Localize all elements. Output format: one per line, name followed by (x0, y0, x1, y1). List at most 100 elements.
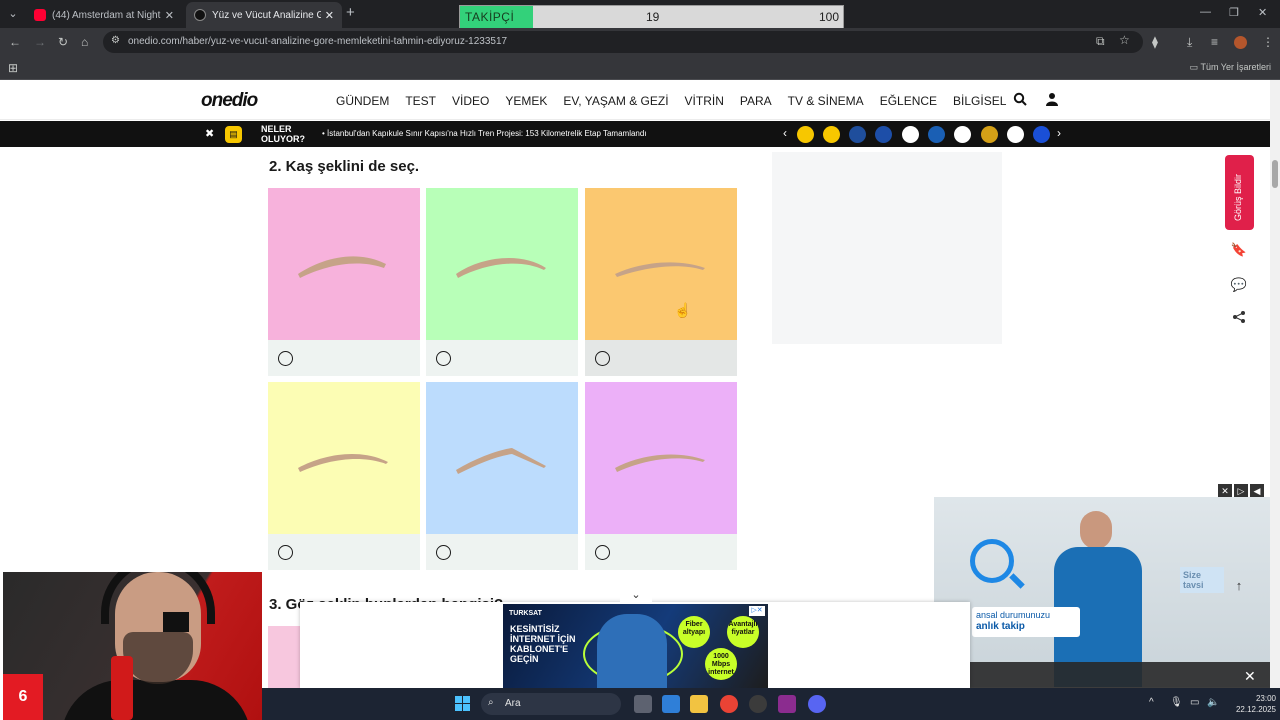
ticker-next-icon[interactable]: › (1057, 126, 1061, 140)
brow-option-1[interactable] (268, 188, 420, 376)
feedback-label: Görüş Bildir (1233, 173, 1243, 221)
collapse-ad-icon[interactable]: ⌄ (620, 586, 652, 604)
brow-option-6[interactable] (585, 382, 737, 570)
nivea-logo-icon[interactable] (875, 126, 892, 143)
brand-logo-4-icon[interactable] (981, 126, 998, 143)
radio-button[interactable] (436, 545, 451, 560)
site-info-icon[interactable]: ⚙ (111, 35, 120, 46)
close-tab-icon[interactable]: ✕ (165, 9, 174, 22)
address-bar[interactable]: ⚙ onedio.com/haber/yuz-ve-vucut-analizin… (103, 31, 1143, 53)
tab-search-icon[interactable]: ⌄ (4, 5, 22, 23)
bookmark-star-icon[interactable]: ☆ (1119, 33, 1130, 47)
nav-item-yemek[interactable]: YEMEK (505, 94, 547, 108)
radio-button[interactable] (278, 351, 293, 366)
nav-item-vitrin[interactable]: VİTRİN (685, 94, 724, 108)
brand-logo-3-icon[interactable] (928, 126, 945, 143)
bookmark-icon[interactable]: 🔖 (1230, 241, 1248, 259)
ticker-prev-icon[interactable]: ‹ (783, 126, 787, 140)
close-ad-icon[interactable]: ✕ (1244, 668, 1256, 685)
video-ad[interactable]: ansal durumunuzu anlık takip Size tavsi (934, 497, 1270, 687)
profile-icon[interactable] (1234, 36, 1247, 49)
browser-tab-onedio[interactable]: Yüz ve Vücut Analizine Göre Me ✕ (186, 2, 342, 28)
radio-button[interactable] (595, 545, 610, 560)
video-play-icon[interactable]: ▷ (1234, 484, 1248, 498)
close-tab-icon[interactable]: ✕ (325, 9, 334, 22)
back-icon[interactable]: ← (9, 35, 21, 49)
philips-logo-icon[interactable] (1033, 126, 1050, 143)
taskbar-clock[interactable]: 23:00 22.12.2025 (1228, 693, 1276, 715)
store-icon[interactable] (662, 695, 680, 713)
nav-item-ev-yasam-gezi[interactable]: EV, YAŞAM & GEZİ (563, 94, 668, 108)
video-mute-icon[interactable]: ◀ (1250, 484, 1264, 498)
extensions-icon[interactable]: ⧫ (1152, 35, 1158, 49)
nav-item-test[interactable]: TEST (405, 94, 436, 108)
network-icon[interactable]: ▭ (1190, 697, 1199, 708)
scroll-to-top-icon[interactable]: ↑ (1230, 578, 1248, 596)
brand-logo-1-icon[interactable] (849, 126, 866, 143)
new-tab-button[interactable]: + (346, 5, 355, 21)
home-icon[interactable]: ⌂ (81, 35, 88, 49)
brand-logo-5-icon[interactable] (1007, 126, 1024, 143)
discord-icon[interactable] (808, 695, 826, 713)
windows-start-icon[interactable] (455, 696, 471, 712)
show-hidden-icons[interactable]: ^ (1149, 697, 1154, 708)
scrollbar-thumb[interactable] (1272, 160, 1278, 188)
question-3-option-preview (268, 626, 300, 690)
brow-option-5[interactable] (426, 382, 578, 570)
streamer-logo: 6 (3, 674, 43, 720)
nav-item-eglence[interactable]: EĞLENCE (880, 94, 937, 108)
microphone-tray-icon[interactable]: 🎙 (1170, 697, 1183, 708)
minimize-icon[interactable]: — (1200, 6, 1211, 18)
radio-button[interactable] (436, 351, 451, 366)
ad-choices-icon[interactable]: ▷✕ (749, 606, 765, 616)
nav-item-para[interactable]: PARA (740, 94, 772, 108)
ticker-headline-text: İstanbul'dan Kapıkule Sınır Kapısı'na Hı… (327, 129, 647, 138)
emoji-happy-icon[interactable] (823, 126, 840, 143)
volume-icon[interactable]: 🔈 (1207, 697, 1219, 708)
feedback-button[interactable]: Görüş Bildir (1225, 155, 1254, 230)
install-app-icon[interactable]: ⧉ (1096, 34, 1105, 49)
taskbar-search[interactable]: ⌕ Ara (481, 693, 621, 715)
emoji-sad-icon[interactable] (797, 126, 814, 143)
download-icon[interactable]: ⤓ (1187, 35, 1192, 50)
winrar-icon[interactable] (778, 695, 796, 713)
user-icon[interactable] (1044, 92, 1060, 108)
reload-icon[interactable]: ↻ (58, 35, 68, 49)
search-icon: ⌕ (488, 697, 494, 708)
youtube-favicon-icon (34, 9, 46, 21)
nav-item-bilgisel[interactable]: BİLGİSEL (953, 94, 1006, 108)
onedio-favicon-icon (194, 9, 206, 21)
browser-tab-youtube[interactable]: (44) Amsterdam at Night - 4K W ✕ (26, 2, 182, 28)
restore-icon[interactable]: ❐ (1229, 6, 1239, 19)
all-bookmarks-link[interactable]: ▭ Tüm Yer İşaretleri (1190, 62, 1271, 73)
ticker-headline[interactable]: • İstanbul'dan Kapıkule Sınır Kapısı'na … (322, 129, 647, 138)
nav-item-video[interactable]: VİDEO (452, 94, 489, 108)
radio-button[interactable] (595, 351, 610, 366)
task-view-icon[interactable] (634, 695, 652, 713)
nav-item-gundem[interactable]: GÜNDEM (336, 94, 389, 108)
apps-grid-icon[interactable]: ⊞ (8, 61, 18, 75)
site-logo[interactable]: onedio (201, 90, 258, 112)
menu-icon[interactable]: ⋮ (1262, 35, 1274, 49)
brow-option-4[interactable] (268, 382, 420, 570)
file-explorer-icon[interactable] (690, 695, 708, 713)
forward-icon[interactable]: → (34, 35, 46, 49)
kablonet-banner-ad[interactable]: TURKSAT KESİNTİSİZ İNTERNET İÇİN KABLONE… (503, 604, 768, 688)
ad-badge-fiber: Fiber altyapı (678, 616, 710, 648)
radio-button[interactable] (278, 545, 293, 560)
page-scrollbar[interactable] (1270, 80, 1280, 690)
window-close-icon[interactable]: ✕ (1258, 6, 1267, 19)
obs-icon[interactable] (749, 695, 767, 713)
video-close-icon[interactable]: ✕ (1218, 484, 1232, 498)
chrome-icon[interactable] (720, 695, 738, 713)
media-icon[interactable]: ≡ (1211, 35, 1218, 49)
dk-logo-icon[interactable] (954, 126, 971, 143)
menu-grid-icon[interactable]: ✖ (205, 127, 214, 140)
brand-logo-2-icon[interactable] (902, 126, 919, 143)
nav-item-tv-sinema[interactable]: TV & SİNEMA (788, 94, 864, 108)
comment-icon[interactable]: 💬 (1230, 276, 1248, 294)
share-icon[interactable] (1230, 310, 1248, 328)
brow-option-2[interactable] (426, 188, 578, 376)
brow-option-3[interactable] (585, 188, 737, 376)
search-icon[interactable] (1012, 92, 1028, 108)
